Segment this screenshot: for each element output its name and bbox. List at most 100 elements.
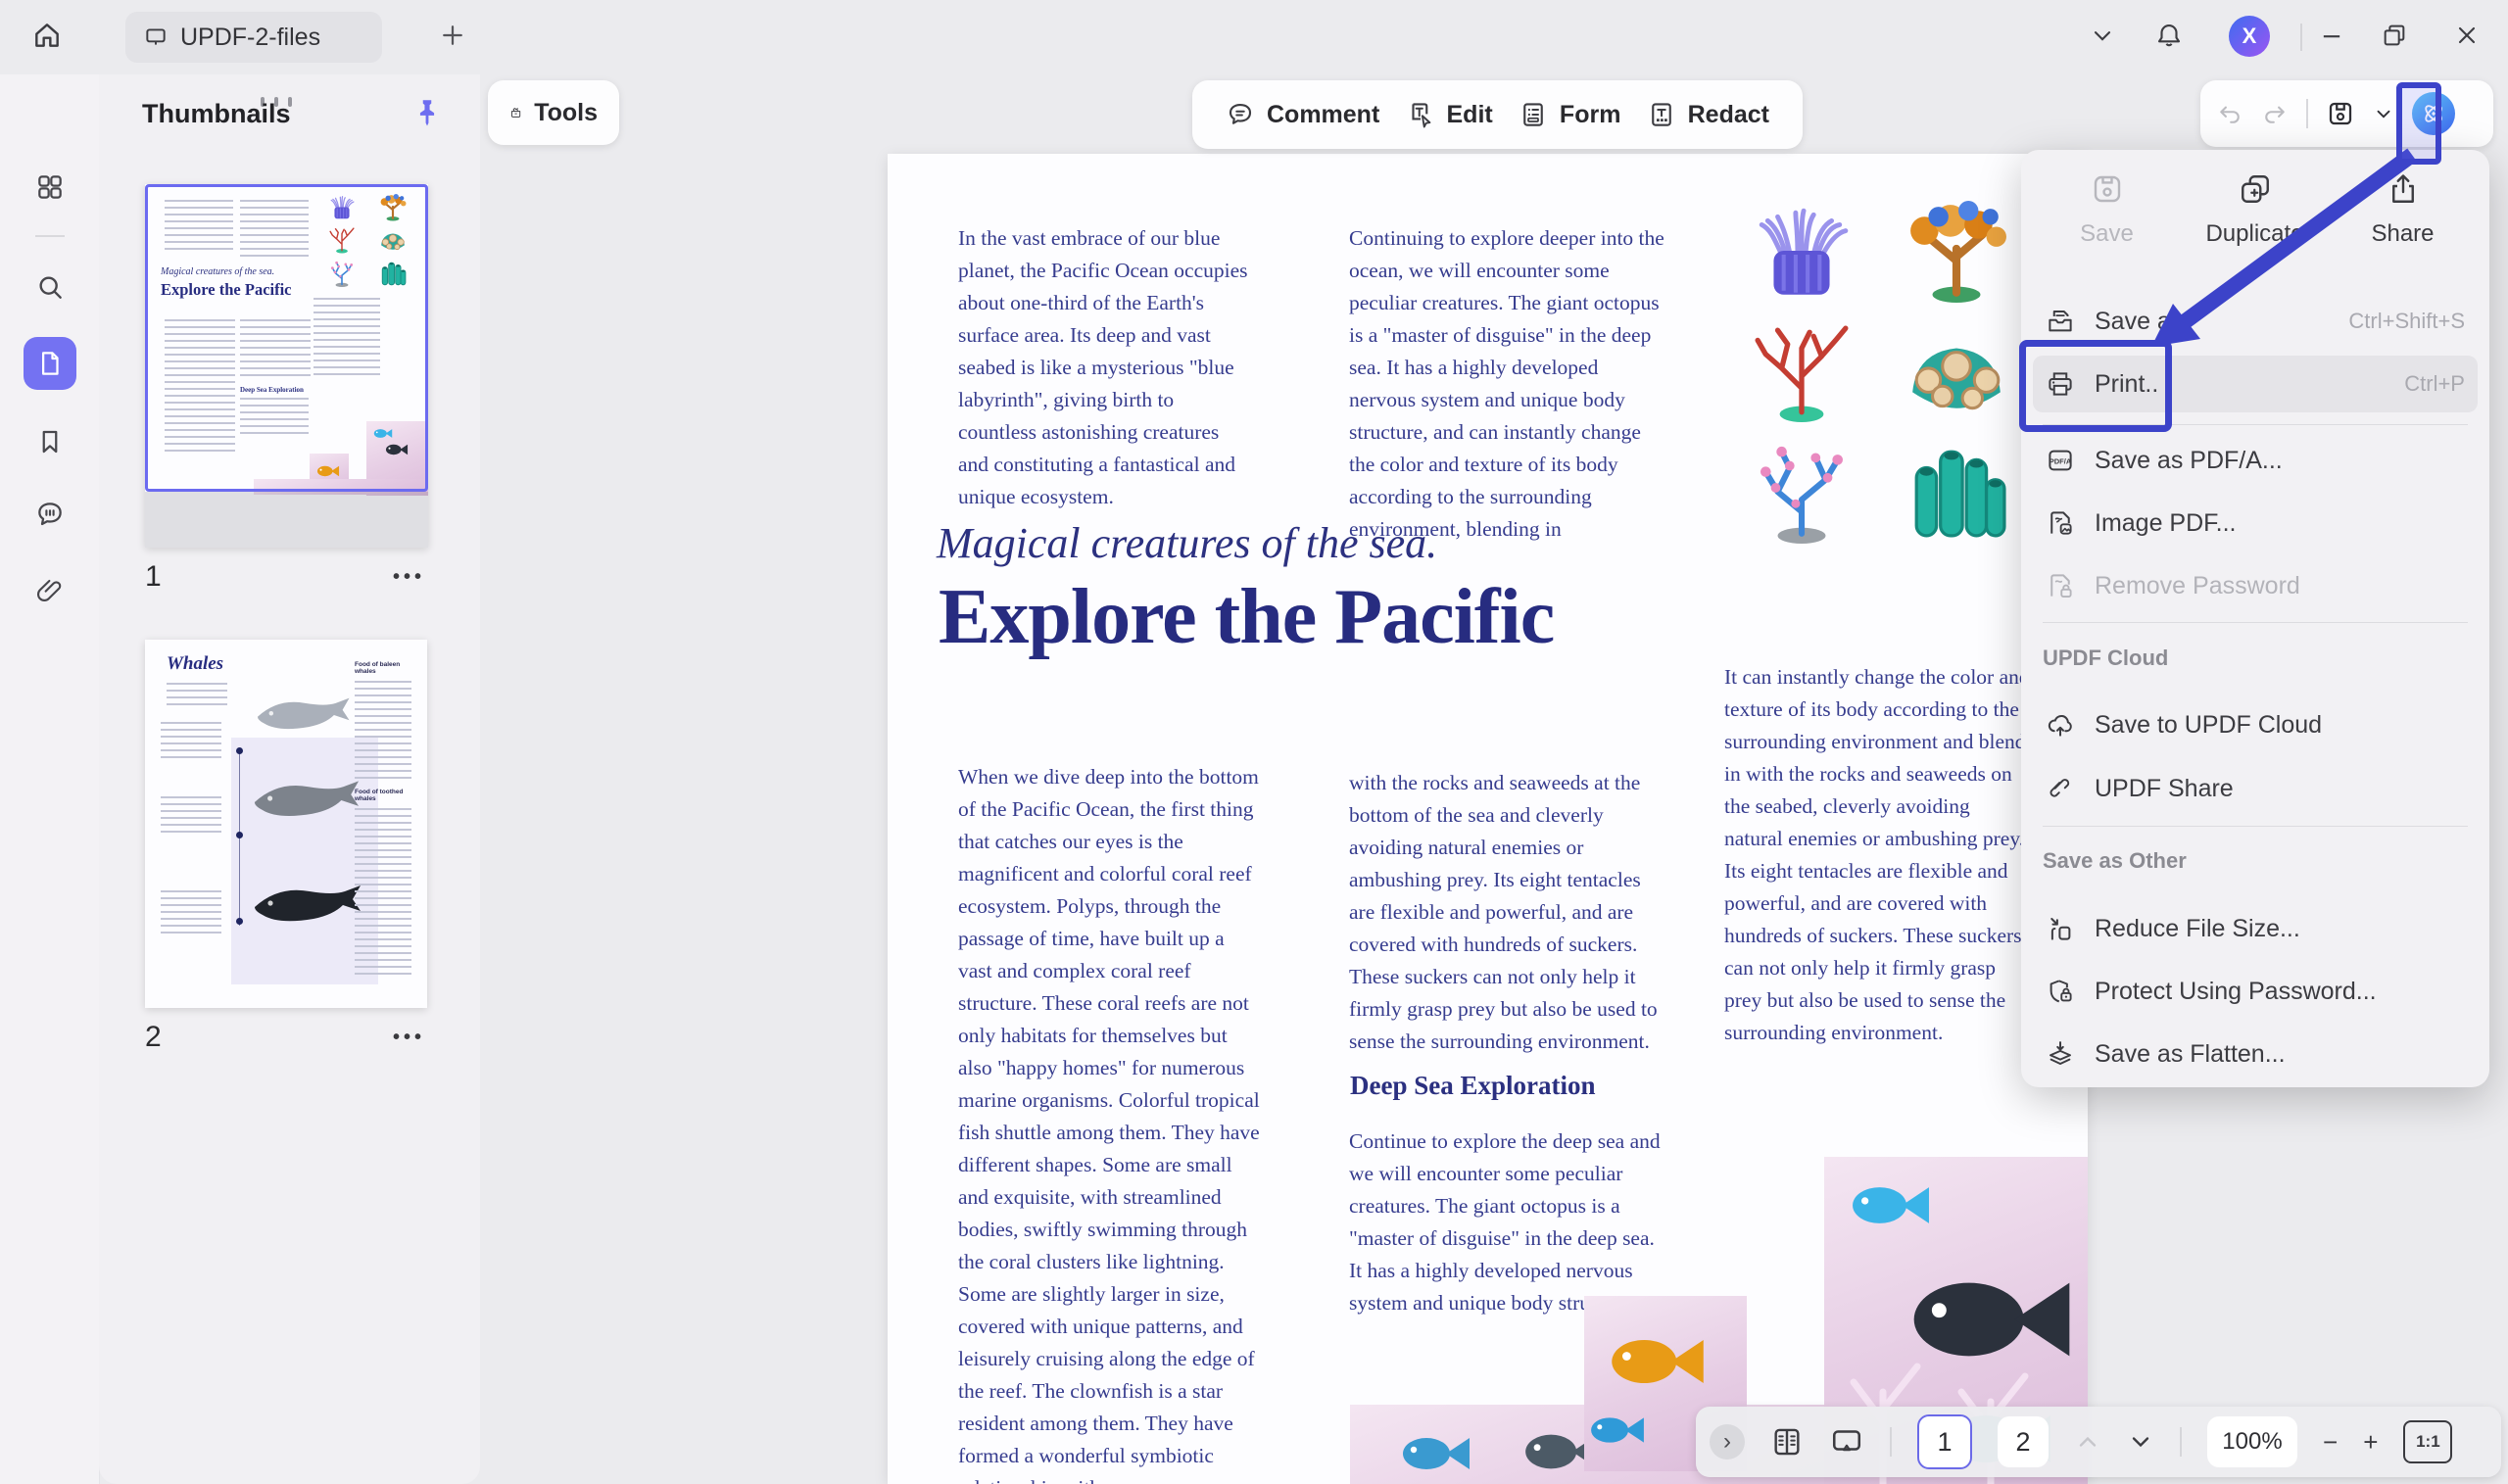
display-icon <box>143 24 169 50</box>
tab-redact[interactable]: Redact <box>1647 100 1769 129</box>
mode-toolbar: Comment Edit Form Redact <box>1192 80 1803 149</box>
annotation-highlight-chevron <box>2396 82 2441 165</box>
thumbnail-outside-viewport <box>145 492 428 548</box>
restore-button[interactable] <box>2371 12 2418 59</box>
comment-icon <box>1226 100 1255 129</box>
menu-item-label: UPDF Share <box>2095 775 2465 803</box>
whale-illustration <box>247 881 364 930</box>
page-number-label: 2 <box>145 1021 162 1054</box>
avatar-initial: X <box>2243 24 2257 49</box>
doc-title: Explore the Pacific <box>939 573 1554 662</box>
doc-paragraph: Continue to explore the deep sea and we … <box>1349 1125 1664 1319</box>
menu-item-save-to-updf-cloud[interactable]: Save to UPDF Cloud <box>2033 696 2478 753</box>
timeline-dot <box>236 918 243 925</box>
mini-text-block <box>161 796 221 834</box>
previous-page-button[interactable] <box>2074 1428 2101 1456</box>
redo-button[interactable] <box>2261 100 2289 127</box>
thumbnail-2-more-button[interactable]: ••• <box>393 1027 425 1049</box>
page-layout-button[interactable] <box>1770 1425 1804 1459</box>
chevron-down-icon <box>2089 22 2116 49</box>
current-page-number: 1 <box>1937 1427 1952 1458</box>
home-button[interactable] <box>24 12 71 59</box>
tab-comment[interactable]: Comment <box>1226 100 1379 129</box>
minimize-button[interactable] <box>2308 12 2355 59</box>
next-page-box[interactable]: 2 <box>1998 1416 2049 1467</box>
bookmark-icon <box>35 427 65 456</box>
tab-edit[interactable]: Edit <box>1406 100 1493 129</box>
zoom-in-button[interactable]: + <box>2363 1427 2378 1458</box>
save-button[interactable] <box>2326 99 2355 128</box>
pin-icon <box>410 96 444 129</box>
left-sidebar <box>0 74 100 1484</box>
menu-item-label: Save as Flatten... <box>2095 1040 2465 1069</box>
sidebar-item-bookmarks[interactable] <box>25 417 74 466</box>
doc-paragraph: It can instantly change the color and te… <box>1724 661 2030 1049</box>
toolbar-divider <box>2306 99 2308 128</box>
doc-paragraph: In the vast embrace of our blue planet, … <box>958 222 1254 513</box>
new-tab-button[interactable] <box>429 12 476 59</box>
presentation-mode-button[interactable] <box>1829 1424 1864 1460</box>
plus-icon <box>438 21 467 50</box>
save-as-icon <box>2046 307 2075 336</box>
page-thumbnail-2[interactable]: Whales Food of baleen whales Food of too… <box>145 640 427 1008</box>
tab-form[interactable]: Form <box>1519 100 1621 129</box>
document-page[interactable]: In the vast embrace of our blue planet, … <box>888 154 2088 1484</box>
bottom-status-toolbar: › 1 2 100% − + 1:1 <box>1696 1407 2501 1477</box>
account-avatar[interactable]: X <box>2229 16 2270 57</box>
collapse-toolbar-button[interactable] <box>2079 12 2126 59</box>
svg-text:PDF/A: PDF/A <box>2050 456 2072 465</box>
page-thumbnail-1[interactable]: Magical creatures of the sea. Explore th… <box>145 184 428 548</box>
page-icon <box>35 349 65 378</box>
menu-item-image-pdf[interactable]: Image PDF... <box>2033 495 2478 551</box>
grid-icon <box>34 171 66 203</box>
sidebar-item-attachments[interactable] <box>25 566 74 615</box>
reduce-size-icon <box>2046 914 2075 943</box>
next-page-button[interactable] <box>2127 1428 2154 1456</box>
expand-toolbar-button[interactable]: › <box>1710 1424 1745 1460</box>
undo-button[interactable] <box>2216 100 2243 127</box>
doc-heading: Deep Sea Exploration <box>1350 1071 1596 1101</box>
timeline-dot <box>236 747 243 754</box>
close-button[interactable] <box>2443 12 2490 59</box>
doc-paragraph: When we dive deep into the bottom of the… <box>958 761 1260 1484</box>
mini-title-whales: Whales <box>167 653 223 675</box>
link-icon <box>2046 774 2075 803</box>
save-menu-chevron-button[interactable] <box>2373 103 2394 124</box>
menu-separator <box>2043 622 2468 623</box>
next-page-number: 2 <box>2015 1427 2030 1458</box>
search-icon <box>34 271 66 303</box>
menu-item-save-as-flatten[interactable]: Save as Flatten... <box>2033 1026 2478 1082</box>
flatten-icon <box>2046 1039 2075 1069</box>
cloud-upload-icon <box>2046 710 2075 740</box>
thumbnails-panel-title: Thumbnails <box>142 99 291 129</box>
chat-bubble-icon <box>34 499 66 530</box>
titlebar-divider <box>2300 24 2302 51</box>
tube-sponge-illustration <box>1893 440 2020 544</box>
sidebar-item-thumbnails-active[interactable] <box>24 337 76 390</box>
minimize-icon <box>2318 22 2345 49</box>
tools-button[interactable]: Tools <box>488 80 619 145</box>
doc-subtitle: Magical creatures of the sea. <box>937 518 1437 568</box>
current-page-box[interactable]: 1 <box>1917 1414 1972 1469</box>
plus-glyph: + <box>2363 1427 2378 1457</box>
coral-tree-illustration <box>1893 201 2020 305</box>
thumbnail-1-more-button[interactable]: ••• <box>393 566 425 589</box>
menu-item-protect-using-password[interactable]: Protect Using Password... <box>2033 963 2478 1020</box>
notifications-button[interactable] <box>2146 12 2193 59</box>
doc-paragraph: with the rocks and seaweeds at the botto… <box>1349 767 1664 1058</box>
menu-item-reduce-file-size[interactable]: Reduce File Size... <box>2033 900 2478 957</box>
pdfa-icon: PDF/A <box>2046 446 2075 475</box>
zoom-level-box[interactable]: 100% <box>2207 1416 2297 1467</box>
sidebar-item-search[interactable] <box>25 263 74 311</box>
pin-panel-button[interactable] <box>410 96 444 129</box>
menu-item-updf-share[interactable]: UPDF Share <box>2033 760 2478 817</box>
menu-item-label: Save to UPDF Cloud <box>2095 711 2465 740</box>
mini-text-block <box>355 681 411 783</box>
zoom-out-button[interactable]: − <box>2323 1427 2338 1458</box>
actual-size-button[interactable]: 1:1 <box>2403 1420 2452 1463</box>
sidebar-item-panels[interactable] <box>25 163 74 212</box>
document-tab[interactable]: UPDF-2-files <box>125 12 382 63</box>
toolbar-divider <box>2180 1427 2182 1457</box>
menu-item-save-as-pdfa[interactable]: PDF/A Save as PDF/A... <box>2033 432 2478 489</box>
sidebar-item-comments[interactable] <box>25 490 74 539</box>
